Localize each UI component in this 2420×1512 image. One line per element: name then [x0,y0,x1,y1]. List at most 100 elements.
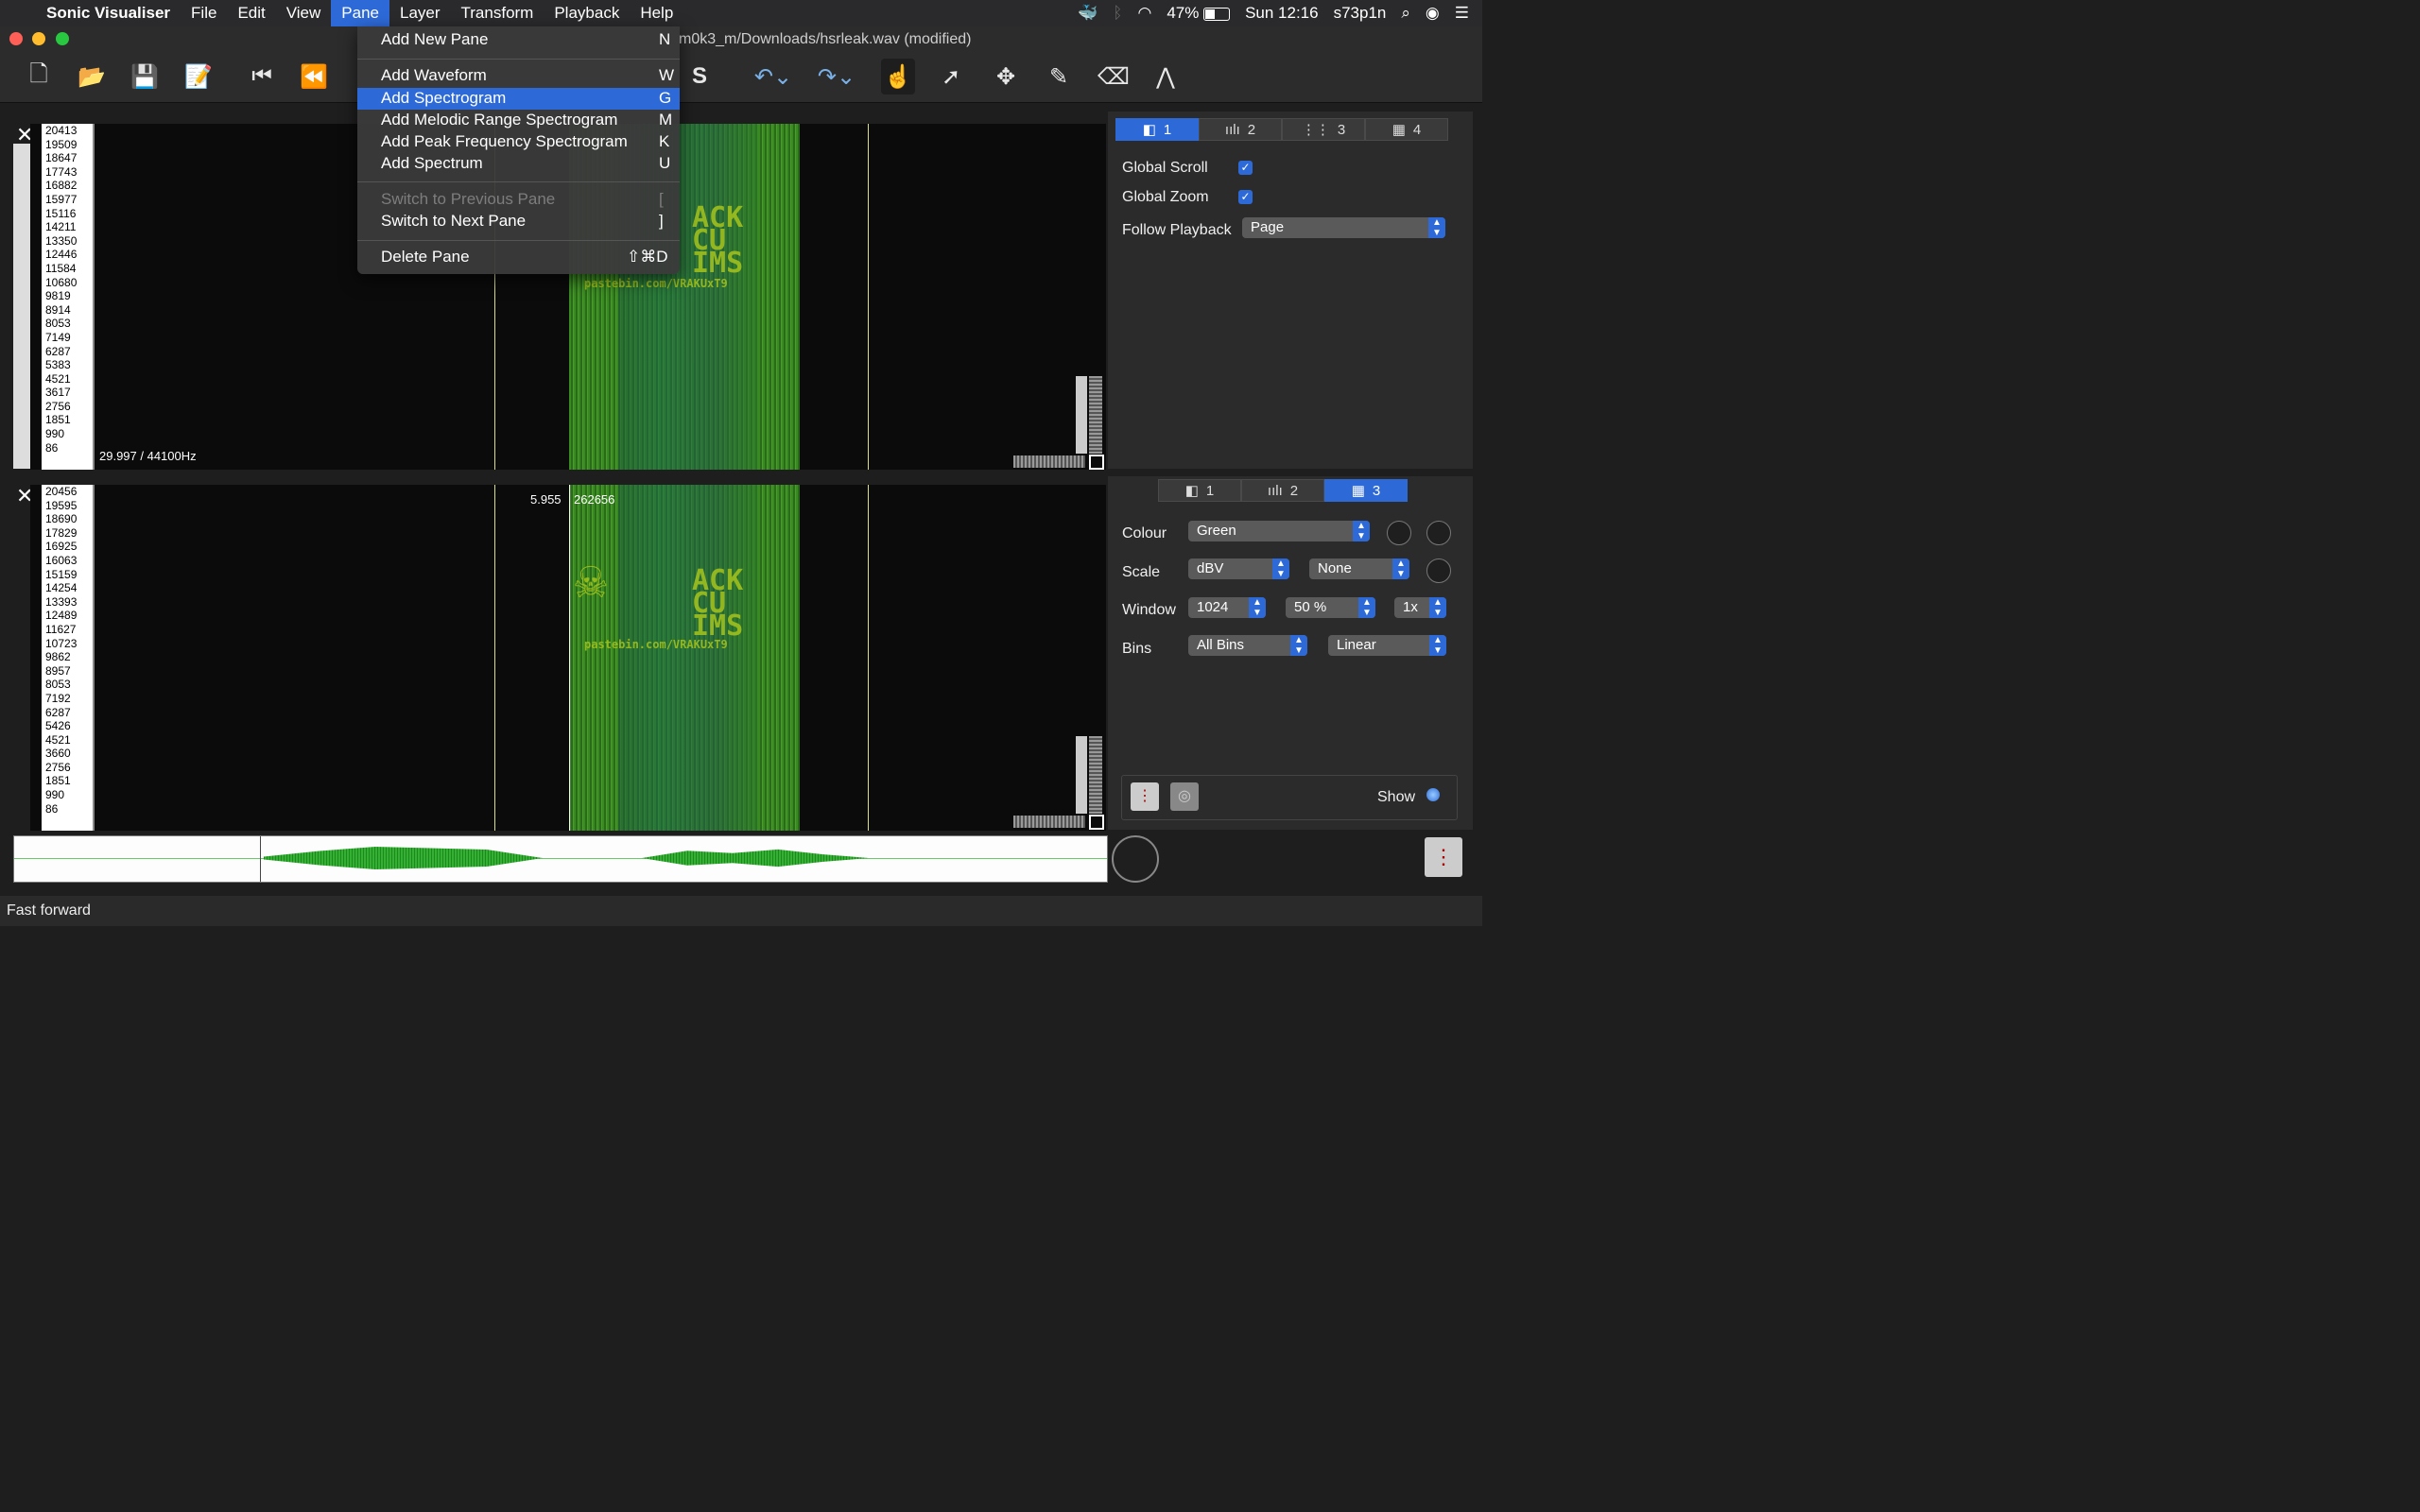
tab-layer-1[interactable]: ◧ 1 [1158,479,1241,502]
battery-icon[interactable] [1203,7,1231,21]
menu-item-delete-pane[interactable]: Delete Pane ⇧⌘D [357,247,680,268]
tab-layer-3[interactable]: ⋮⋮ 3 [1282,118,1365,141]
threshold-knob[interactable] [1387,521,1411,545]
menu-edit[interactable]: Edit [227,0,275,26]
vertical-zoom-slider[interactable] [1076,736,1087,814]
selection-end-line [868,485,869,831]
draw-tool-icon[interactable]: ✎ [1042,59,1076,94]
erase-tool-icon[interactable]: ⌫ [1097,59,1131,94]
frequency-tick-label: 18690 [45,512,78,526]
bluetooth-icon[interactable]: ᛒ [1113,4,1122,23]
vertical-zoom-wheel[interactable] [1089,376,1102,454]
clock[interactable]: Sun 12:16 [1245,4,1319,23]
frequency-tick-label: 15116 [45,206,77,220]
chevron-updown-icon: ▲ ▼ [1429,597,1446,618]
menu-playback[interactable]: Playback [544,0,630,26]
wifi-icon[interactable]: ◠ [1137,4,1151,23]
global-zoom-checkbox[interactable]: ✓ [1238,190,1253,204]
playback-speed-knob[interactable] [1112,835,1159,883]
save-icon[interactable]: 💾 [128,59,162,94]
menu-layer[interactable]: Layer [389,0,451,26]
window-label: Window [1122,602,1176,618]
select-tool-icon[interactable]: ➚ [934,59,968,94]
frequency-tick-label: 10680 [45,275,78,289]
frequency-scale-select[interactable]: Linear ▲ ▼ [1328,635,1446,656]
frequency-tick-label: 86 [45,440,59,455]
overview-waveform[interactable] [13,835,1108,883]
menu-pane[interactable]: Pane [331,0,389,26]
siri-icon[interactable]: ◉ [1426,4,1440,23]
rewind-icon[interactable]: ⏪ [297,59,331,94]
docker-icon[interactable]: 🐳 [1078,4,1098,23]
tab-layer-2[interactable]: ıılı 2 [1199,118,1282,141]
close-window-button[interactable] [9,32,23,45]
frequency-tick-label: 12489 [45,609,78,623]
navigate-tool-icon[interactable]: ☝ [881,59,915,94]
tab-layer-2[interactable]: ıılı 2 [1241,479,1324,502]
app-menu[interactable]: Sonic Visualiser [36,0,181,26]
bins-select[interactable]: All Bins ▲ ▼ [1188,635,1307,656]
apple-menu-icon[interactable] [0,0,36,26]
oversampling-select[interactable]: 1x ▲ ▼ [1394,597,1446,618]
menu-item-add-spectrum[interactable]: Add Spectrum U [357,153,680,175]
redo-icon[interactable]: ↷⌄ [813,59,860,94]
zoom-window-button[interactable] [56,32,69,45]
gain-knob[interactable] [1426,521,1451,545]
vertical-zoom-wheel[interactable] [1089,736,1102,814]
minimize-window-button[interactable] [32,32,45,45]
window-size-select[interactable]: 1024 ▲ ▼ [1188,597,1266,618]
watermark-text: ACK CU IMS [692,201,744,280]
menu-transform[interactable]: Transform [451,0,544,26]
horizontal-zoom-wheel[interactable] [1013,455,1085,468]
layer-visibility-icon[interactable]: ◎ [1170,782,1199,811]
menu-view[interactable]: View [276,0,332,26]
menu-item-switch-next-pane[interactable]: Switch to Next Pane] [357,211,680,232]
menu-item-switch-previous-pane[interactable]: Switch to Previous Pane[ [357,189,680,211]
menu-item-add-spectrogram[interactable]: Add Spectrogram G [357,88,680,110]
move-tool-icon[interactable]: ✥ [989,59,1023,94]
notification-center-icon[interactable]: ☰ [1455,4,1469,23]
menu-item-add-waveform[interactable]: Add Waveform W [357,65,680,87]
open-file-icon[interactable]: 📂 [75,59,109,94]
chevron-updown-icon: ▲ ▼ [1353,521,1370,541]
colour-select[interactable]: Green ▲ ▼ [1188,521,1370,541]
solo-icon[interactable]: S [683,59,717,94]
menu-item-add-melodic-range-spectrogram[interactable]: Add Melodic Range Spectrogram M [357,110,680,131]
chevron-updown-icon: ▲ ▼ [1392,558,1409,579]
global-scroll-label: Global Scroll [1122,160,1208,176]
save-as-icon[interactable]: 📝 [182,59,216,94]
follow-playback-select[interactable]: Page ▲ ▼ [1242,217,1445,238]
rewind-start-icon[interactable]: ⏮ [245,59,279,94]
play-parameters-icon[interactable]: ⋮ [1131,782,1159,811]
tab-layer-4[interactable]: ▦ 4 [1365,118,1448,141]
user-name[interactable]: s73p1n [1334,4,1387,23]
window-overlap-select[interactable]: 50 % ▲ ▼ [1286,597,1375,618]
menu-help[interactable]: Help [630,0,683,26]
tab-layer-3[interactable]: ▦ 3 [1324,479,1408,502]
reset-zoom-button[interactable] [1089,455,1104,470]
menu-file[interactable]: File [181,0,227,26]
new-session-icon[interactable]: 🗋 [22,59,56,94]
show-layer-toggle[interactable] [1426,788,1440,801]
global-scroll-checkbox[interactable]: ✓ [1238,161,1253,175]
pane-1-scrollbar[interactable] [13,144,30,469]
frequency-tick-label: 6287 [45,344,71,358]
menu-item-add-new-pane[interactable]: Add New Pane N [357,29,680,51]
spectrum-icon: ıılı [1224,121,1240,138]
vertical-zoom-slider[interactable] [1076,376,1087,454]
follow-playback-label: Follow Playback [1122,222,1232,238]
undo-icon[interactable]: ↶⌄ [750,59,797,94]
reset-zoom-button[interactable] [1089,815,1104,830]
tab-layer-1[interactable]: ◧ 1 [1115,118,1199,141]
spectrogram-pane-2[interactable]: 20456 19595 18690 17829 16925 16063 15159 14254… [30,485,1106,831]
scale-select[interactable]: dBV ▲ ▼ [1188,558,1289,579]
menu-item-add-peak-frequency-spectrogram[interactable]: Add Peak Frequency Spectrogram K [357,131,680,153]
show-label: Show [1377,789,1416,805]
frequency-tick-label: 17829 [45,525,78,540]
normalization-select[interactable]: None ▲ ▼ [1309,558,1409,579]
output-level-icon[interactable]: ⋮ [1425,837,1462,877]
colour-rotation-knob[interactable] [1426,558,1451,583]
measure-tool-icon[interactable]: ⋀ [1149,59,1183,94]
horizontal-zoom-wheel[interactable] [1013,816,1085,828]
spotlight-search-icon[interactable]: ⌕ [1401,4,1410,23]
